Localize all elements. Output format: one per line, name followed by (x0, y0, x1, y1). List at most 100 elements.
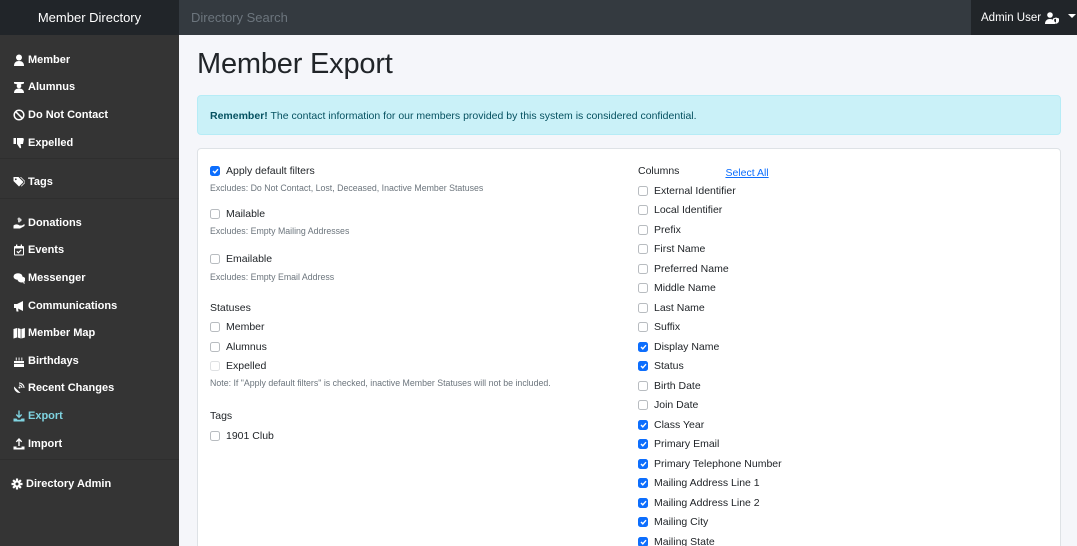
statuses-list: Member Alumnus Expelled (210, 318, 551, 377)
checkbox-label: Display Name (654, 340, 720, 353)
emailable-checkbox[interactable]: Emailable (210, 249, 551, 269)
checkbox-box[interactable] (210, 253, 220, 264)
column-checkbox-primary-email[interactable]: Primary Email (638, 435, 782, 455)
column-checkbox-last-name[interactable]: Last Name (638, 298, 782, 318)
checkbox-box[interactable] (638, 517, 648, 528)
checkbox-box[interactable] (638, 536, 648, 546)
satellite-dish-icon (12, 382, 25, 394)
status-checkbox-expelled[interactable]: Expelled (210, 357, 551, 377)
statuses-note: Note: If "Apply default filters" is chec… (210, 378, 551, 388)
sidebar-group: Member Alumnus Do Not Contact Expelled (0, 35, 179, 156)
sidebar-group: Directory Admin (0, 464, 179, 498)
column-checkbox-mailing-address-line-2[interactable]: Mailing Address Line 2 (638, 493, 782, 513)
column-checkbox-first-name[interactable]: First Name (638, 240, 782, 260)
sidebar-item-member-map[interactable]: Member Map (0, 319, 179, 347)
sidebar-group: Donations Events Messenger Communications Me… (0, 203, 179, 457)
checkbox-box[interactable] (638, 322, 648, 333)
column-checkbox-primary-telephone-number[interactable]: Primary Telephone Number (638, 454, 782, 474)
checkbox-box[interactable] (638, 341, 648, 352)
checkbox-label: Suffix (654, 321, 681, 334)
tags-icon (12, 176, 25, 188)
checkbox-box[interactable] (638, 283, 648, 294)
checkbox-label: Mailing State (654, 535, 715, 546)
sidebar-item-expelled[interactable]: Expelled (0, 129, 179, 157)
column-checkbox-local-identifier[interactable]: Local Identifier (638, 201, 782, 221)
checkbox-label: Birth Date (654, 379, 701, 392)
column-checkbox-external-identifier[interactable]: External Identifier (638, 181, 782, 201)
checkbox-label: Prefix (654, 223, 681, 236)
column-checkbox-mailing-city[interactable]: Mailing City (638, 513, 782, 533)
column-checkbox-mailing-state[interactable]: Mailing State (638, 532, 782, 546)
checkbox-box[interactable] (638, 419, 648, 430)
checkbox-box[interactable] (638, 302, 648, 313)
apply-default-filters-checkbox[interactable]: Apply default filters (210, 161, 551, 181)
sidebar-item-recent-changes[interactable]: Recent Changes (0, 375, 179, 403)
sidebar-divider (0, 459, 179, 461)
checkbox-box[interactable] (210, 430, 220, 441)
checkbox-box[interactable] (210, 322, 220, 333)
status-checkbox-member[interactable]: Member (210, 318, 551, 338)
page-title: Member Export (197, 48, 393, 80)
checkbox-label: Last Name (654, 301, 705, 314)
checkbox-box[interactable] (638, 458, 648, 469)
tag-checkbox-1901-club[interactable]: 1901 Club (210, 426, 551, 446)
checkbox-box[interactable] (638, 380, 648, 391)
sidebar-item-alumnus[interactable]: Alumnus (0, 74, 179, 102)
checkbox-box[interactable] (210, 361, 220, 372)
checkbox-label: Mailing City (654, 516, 709, 529)
sidebar-divider (0, 158, 179, 160)
checkbox-box[interactable] (638, 361, 648, 372)
check-icon (640, 344, 647, 350)
column-checkbox-preferred-name[interactable]: Preferred Name (638, 259, 782, 279)
column-checkbox-prefix[interactable]: Prefix (638, 220, 782, 240)
sidebar-item-donations[interactable]: Donations (0, 209, 179, 237)
sidebar-item-export[interactable]: Export (0, 402, 179, 430)
sidebar-item-communications[interactable]: Communications (0, 292, 179, 320)
check-icon (640, 480, 647, 487)
mailable-checkbox[interactable]: Mailable (210, 205, 551, 225)
checkbox-box[interactable] (638, 224, 648, 235)
sidebar-item-label: Member (28, 53, 71, 66)
sidebar-item-events[interactable]: Events (0, 237, 179, 265)
status-checkbox-alumnus[interactable]: Alumnus (210, 337, 551, 357)
column-checkbox-middle-name[interactable]: Middle Name (638, 279, 782, 299)
column-checkbox-class-year[interactable]: Class Year (638, 415, 782, 435)
column-checkbox-mailing-address-line-1[interactable]: Mailing Address Line 1 (638, 474, 782, 494)
checkbox-box[interactable] (210, 209, 220, 220)
select-all-link[interactable]: Select All (725, 167, 768, 179)
sidebar-item-member[interactable]: Member (0, 46, 179, 74)
checkbox-label: Primary Telephone Number (654, 457, 782, 470)
checkbox-box[interactable] (210, 165, 220, 176)
checkbox-box[interactable] (638, 497, 648, 508)
checkbox-box[interactable] (638, 439, 648, 450)
checkbox-label: Mailable (226, 208, 266, 221)
sidebar-item-label: Birthdays (28, 354, 79, 367)
column-checkbox-join-date[interactable]: Join Date (638, 396, 782, 416)
confidential-alert: Remember! The contact information for ou… (197, 95, 1061, 135)
upload-icon (12, 437, 25, 450)
checkbox-box[interactable] (638, 263, 648, 274)
checkbox-label: Expelled (226, 360, 267, 373)
sidebar-item-tags[interactable]: Tags (0, 168, 179, 196)
column-checkbox-birth-date[interactable]: Birth Date (638, 376, 782, 396)
checkbox-box[interactable] (638, 244, 648, 255)
column-checkbox-display-name[interactable]: Display Name (638, 337, 782, 357)
user-menu-dropdown[interactable]: Admin User (971, 0, 1077, 35)
sidebar-item-label: Recent Changes (28, 382, 115, 395)
sidebar-item-messenger[interactable]: Messenger (0, 264, 179, 292)
checkbox-box[interactable] (638, 478, 648, 489)
checkbox-box[interactable] (210, 341, 220, 352)
sidebar-item-import[interactable]: Import (0, 430, 179, 458)
checkbox-box[interactable] (638, 400, 648, 411)
sidebar-item-birthdays[interactable]: Birthdays (0, 347, 179, 375)
sidebar-item-do-not-contact[interactable]: Do Not Contact (0, 101, 179, 129)
column-checkbox-suffix[interactable]: Suffix (638, 318, 782, 338)
column-checkbox-status[interactable]: Status (638, 357, 782, 377)
checkbox-label: Middle Name (654, 282, 716, 295)
brand-link[interactable]: Member Directory (0, 0, 179, 35)
directory-search-input[interactable]: Directory Search (179, 0, 971, 35)
chevron-down-icon (1068, 14, 1077, 18)
checkbox-box[interactable] (638, 205, 648, 216)
sidebar-item-directory-admin[interactable]: Directory Admin (0, 470, 179, 498)
checkbox-box[interactable] (638, 185, 648, 196)
